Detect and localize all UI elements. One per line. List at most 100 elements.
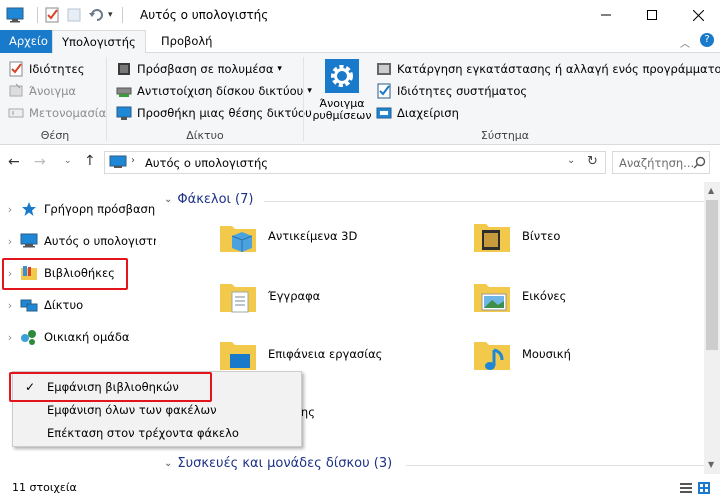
collapse-ribbon-icon[interactable]: ︿ xyxy=(680,35,690,50)
recent-locations-chevron-icon[interactable]: ⌄ xyxy=(64,156,72,166)
devices-section-title: Συσκευές και μονάδες δίσκου (3) xyxy=(177,456,393,471)
scroll-up-icon[interactable]: ▲ xyxy=(708,186,714,195)
network-location-icon xyxy=(116,106,132,120)
add-network-location-button[interactable]: Προσθήκη μιας θέσης δικτύου xyxy=(116,103,312,123)
undo-icon[interactable] xyxy=(88,7,104,23)
highlight-box xyxy=(2,258,128,290)
folder-desktop[interactable]: Επιφάνεια εργασίας xyxy=(218,334,382,374)
search-box[interactable]: Αναζήτηση... xyxy=(612,151,710,174)
group-label-location: Θέση xyxy=(40,129,70,142)
devices-section-header[interactable]: ⌄ Συσκευές και μονάδες δίσκου (3) xyxy=(164,456,392,471)
system-properties-label: Ιδιότητες συστήματος xyxy=(397,84,528,98)
search-input[interactable]: Αναζήτηση... xyxy=(619,156,694,170)
details-view-icon[interactable] xyxy=(680,482,692,494)
nav-item-network[interactable]: › Δίκτυο xyxy=(0,290,158,320)
manage-label: Διαχείριση xyxy=(397,106,459,120)
forward-arrow-icon[interactable]: → xyxy=(34,154,46,170)
section-divider xyxy=(406,465,704,466)
back-arrow-icon[interactable]: ← xyxy=(8,154,20,170)
expand-chevron-icon[interactable]: › xyxy=(0,203,20,216)
expand-chevron-icon[interactable]: › xyxy=(0,235,20,248)
map-network-drive-button[interactable]: Αντιστοίχιση δίσκου δικτύου ▾ xyxy=(116,81,312,101)
scrollbar-thumb[interactable] xyxy=(706,200,718,350)
address-dropdown-icon[interactable]: ⌄ xyxy=(567,155,575,166)
nav-item-label: Οικιακή ομάδα xyxy=(44,330,130,344)
scroll-down-icon[interactable]: ▼ xyxy=(708,460,714,469)
desktop-folder-icon xyxy=(220,342,256,370)
minimize-button[interactable] xyxy=(583,0,629,30)
maximize-button[interactable] xyxy=(629,0,675,30)
folders-section-header[interactable]: ⌄ Φάκελοι (7) xyxy=(164,192,253,207)
title-bar: ▾ Αυτός ο υπολογιστής xyxy=(0,0,720,30)
item-count: 11 στοιχεία xyxy=(12,481,77,494)
access-media-button[interactable]: Πρόσβαση σε πολυμέσα ▾ xyxy=(116,59,282,79)
minimize-icon xyxy=(601,14,611,16)
window-title: Αυτός ο υπολογιστής xyxy=(140,8,269,22)
rename-icon xyxy=(8,108,24,118)
tab-computer[interactable]: Υπολογιστής xyxy=(52,30,146,54)
address-bar[interactable]: › Αυτός ο υπολογιστής ⌄ ↻ xyxy=(104,151,606,174)
nav-item-quick-access[interactable]: › Γρήγορη πρόσβαση xyxy=(0,194,158,224)
rename-button[interactable]: Μετονομασία xyxy=(8,103,106,123)
nav-item-this-pc[interactable]: › Αυτός ο υπολογιστής xyxy=(0,226,158,256)
folder-label: Αντικείμενα 3D xyxy=(268,229,358,243)
refresh-icon[interactable]: ↻ xyxy=(587,154,598,169)
folder-objects-3d[interactable]: Αντικείμενα 3D xyxy=(218,216,357,256)
computer-icon xyxy=(6,7,24,23)
help-icon[interactable]: ? xyxy=(700,33,714,47)
group-label-system: Σύστημα xyxy=(480,129,530,142)
computer-icon xyxy=(20,233,38,248)
manage-icon xyxy=(376,107,392,119)
collapse-chevron-icon[interactable]: ⌄ xyxy=(164,194,172,205)
menu-item-label: Επέκταση στον τρέχοντα φάκελο xyxy=(47,426,239,440)
properties-icon[interactable] xyxy=(44,7,60,23)
folder-label: Εικόνες xyxy=(522,289,567,303)
vertical-scrollbar[interactable]: ▲ ▼ xyxy=(704,182,720,474)
folder-music[interactable]: Μουσική xyxy=(472,334,571,374)
folders-section-title: Φάκελοι (7) xyxy=(177,192,254,207)
up-arrow-icon[interactable]: ↑ xyxy=(84,153,96,169)
open-icon xyxy=(9,83,23,97)
music-folder-icon xyxy=(474,342,510,370)
ribbon: Ιδιότητες Άνοιγμα Μετονομασία Θέση Πρόσβ… xyxy=(0,53,720,145)
collapse-chevron-icon[interactable]: ⌄ xyxy=(164,458,172,469)
open-settings-button[interactable]: Άνοιγμα ρυθμίσεων xyxy=(310,59,374,125)
status-bar: 11 στοιχεία xyxy=(0,476,720,500)
expand-chevron-icon[interactable]: › xyxy=(0,331,20,344)
folder-documents[interactable]: Έγγραφα xyxy=(218,276,320,316)
folder-videos[interactable]: Βίντεο xyxy=(472,216,560,256)
homegroup-icon xyxy=(21,330,36,345)
nav-item-label: Δίκτυο xyxy=(44,298,84,312)
ribbon-separator xyxy=(106,57,107,141)
properties-icon xyxy=(9,61,23,77)
new-folder-icon[interactable] xyxy=(66,7,82,23)
folder-label: Μουσική xyxy=(522,347,571,361)
breadcrumb[interactable]: Αυτός ο υπολογιστής xyxy=(145,156,268,170)
network-icon xyxy=(20,299,38,312)
section-divider xyxy=(264,201,704,202)
computer-icon xyxy=(109,155,127,168)
nav-item-label: Γρήγορη πρόσβαση xyxy=(44,202,156,216)
uninstall-program-button[interactable]: Κατάργηση εγκατάστασης ή αλλαγή ενός προ… xyxy=(376,59,720,79)
menu-item-expand-to-current-folder[interactable]: Επέκταση στον τρέχοντα φάκελο xyxy=(13,422,301,444)
documents-folder-icon xyxy=(220,284,256,313)
videos-folder-icon xyxy=(474,224,510,252)
nav-item-homegroup[interactable]: › Οικιακή ομάδα xyxy=(0,322,158,352)
manage-button[interactable]: Διαχείριση xyxy=(376,103,459,123)
expand-chevron-icon[interactable]: › xyxy=(0,299,20,312)
open-button[interactable]: Άνοιγμα xyxy=(8,81,76,101)
properties-button[interactable]: Ιδιότητες xyxy=(8,59,84,79)
media-icon xyxy=(118,63,130,75)
tab-file[interactable]: Αρχείο xyxy=(0,30,52,53)
tab-view[interactable]: Προβολή xyxy=(152,30,221,53)
rename-label: Μετονομασία xyxy=(29,106,107,120)
close-button[interactable] xyxy=(675,0,720,30)
quick-access-toolbar: ▾ xyxy=(6,6,123,24)
folder-pictures[interactable]: Εικόνες xyxy=(472,276,566,316)
pictures-folder-icon xyxy=(474,284,510,312)
highlight-box xyxy=(9,372,212,402)
system-properties-button[interactable]: Ιδιότητες συστήματος xyxy=(376,81,527,101)
chevron-down-icon: ▾ xyxy=(277,64,282,74)
large-icons-view-icon[interactable] xyxy=(698,482,710,494)
menu-item-show-all-folders[interactable]: Εμφάνιση όλων των φακέλων xyxy=(13,399,301,421)
